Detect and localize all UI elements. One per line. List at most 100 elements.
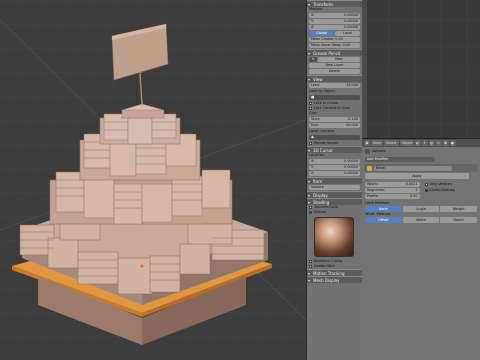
bevel-icon xyxy=(367,165,372,171)
width-offset-button[interactable]: Offset xyxy=(365,217,402,223)
render-icon[interactable]: ◐ xyxy=(414,140,421,146)
checkbox-checked-icon xyxy=(424,189,428,192)
checkbox-icon xyxy=(309,107,312,110)
material-icon[interactable]: ● xyxy=(449,140,456,146)
median-z-field[interactable]: Z: 0.00000 xyxy=(309,25,360,30)
3d-viewport[interactable] xyxy=(0,0,306,360)
view-panel-header[interactable]: View xyxy=(307,75,362,83)
checkbox-icon xyxy=(309,142,312,145)
median-x-value: 0.00000 xyxy=(343,13,358,17)
object-icon[interactable]: ▫ xyxy=(435,140,442,146)
properties-panel[interactable]: Transform Median: X:0.00000 Y:0.00000 Z:… xyxy=(306,0,362,360)
pencil-icon[interactable]: ✎ xyxy=(309,57,317,62)
object-name: Voltaire xyxy=(372,149,386,153)
location-x-field[interactable]: X: 0.00000 xyxy=(309,159,360,164)
wrench-icon[interactable]: ✱ xyxy=(442,140,449,146)
mean-crease-field[interactable]: Mean Crease: 0.00 xyxy=(309,37,360,42)
transform-panel-header[interactable]: Transform xyxy=(307,0,362,8)
only-vertices-checkbox[interactable]: Only Vertices xyxy=(423,182,478,187)
lock-to-object-label: Lock to Object: xyxy=(309,89,337,93)
object-breadcrumb: Voltaire xyxy=(362,147,480,155)
select-menu[interactable]: Select xyxy=(384,140,399,146)
apply-row: Apply xyxy=(362,172,480,180)
clamp-overlap-checkbox[interactable]: Clamp Overlap xyxy=(423,188,478,193)
shading-panel-header[interactable]: Shading xyxy=(307,198,362,206)
limit-angle-button[interactable]: Angle xyxy=(402,206,440,212)
modifier-name-field[interactable]: Bevel xyxy=(374,165,452,171)
clip-start-field[interactable]: Start: 0.100 xyxy=(309,117,360,122)
new-grease-button[interactable]: New xyxy=(318,57,360,62)
modifier-name-value: Bevel xyxy=(376,165,386,170)
median-x-axis: X: xyxy=(311,13,315,17)
grease-pencil-panel-header[interactable]: Grease Pencil xyxy=(307,49,362,57)
width-label: Width: xyxy=(367,182,378,186)
profile-value: 0.50 xyxy=(409,194,418,198)
location-z-axis: Z: xyxy=(311,171,315,175)
editor-type-icon[interactable]: ▣ xyxy=(364,140,370,146)
median-y-field[interactable]: Y: 0.00000 xyxy=(309,19,360,24)
mesh-icon xyxy=(365,148,370,154)
lens-field[interactable]: Lens: 35.000 xyxy=(309,83,360,88)
local-button[interactable]: Local xyxy=(335,31,360,36)
matcap-preview[interactable] xyxy=(314,217,354,257)
segments-field[interactable]: Segments: 1 xyxy=(365,188,420,193)
segments-value: 1 xyxy=(415,188,418,192)
checkbox-icon xyxy=(309,102,312,105)
secondary-editor[interactable] xyxy=(362,0,480,138)
apply-button[interactable]: Apply xyxy=(365,173,469,179)
scene-render xyxy=(0,0,306,360)
mean-bevel-weight-field[interactable]: Mean Bevel Weig: 0.00 xyxy=(309,43,360,48)
median-z-axis: Z: xyxy=(311,25,315,29)
width-width-button[interactable]: Width xyxy=(402,217,440,223)
location-x-value: 0.00000 xyxy=(343,159,358,163)
motion-tracking-panel-header[interactable]: Motion Tracking xyxy=(307,269,362,277)
delete-button[interactable]: Delete xyxy=(309,69,360,74)
matcap-checkbox[interactable]: Matcap xyxy=(307,210,362,215)
lock-camera-label: Lock Camera to View xyxy=(314,106,350,110)
mesh-display-panel-header[interactable]: Mesh Display xyxy=(307,276,362,284)
clip-start-value: 0.100 xyxy=(348,117,358,121)
median-x-field[interactable]: X: 0.00000 xyxy=(309,13,360,18)
clip-label: Clip: xyxy=(309,111,317,115)
matcap-label: Matcap xyxy=(314,210,327,214)
view-menu[interactable]: View xyxy=(371,140,384,146)
location-z-field[interactable]: Z: 0.00000 xyxy=(309,171,360,176)
width-value: 0.0011 xyxy=(405,182,418,186)
local-camera-field[interactable]: ◉ xyxy=(309,135,360,140)
world-icon[interactable]: ◍ xyxy=(428,140,435,146)
segments-label: Segments: xyxy=(367,188,386,192)
location-y-axis: Y: xyxy=(311,165,314,169)
limit-weight-button[interactable]: Weight xyxy=(440,206,478,212)
median-z-value: 0.00000 xyxy=(343,25,358,29)
only-vertices-label: Only Vertices xyxy=(429,182,452,186)
item-name-value: Voltaire xyxy=(311,185,324,189)
clip-end-field[interactable]: End: 50.000 xyxy=(309,123,360,128)
display-panel-header[interactable]: Display xyxy=(307,191,362,199)
clip-end-value: 50.000 xyxy=(346,123,358,127)
3d-cursor-panel-header[interactable]: 3D Cursor xyxy=(307,146,362,154)
profile-field[interactable]: Profile: 0.50 xyxy=(365,194,420,199)
add-modifier-dropdown[interactable]: Add Modifier xyxy=(365,157,435,162)
add-modifier-row: Add Modifier xyxy=(362,155,480,164)
checkbox-icon xyxy=(309,206,312,209)
clip-end-label: End: xyxy=(311,123,319,127)
lock-object-field[interactable]: ■ xyxy=(309,95,360,100)
location-y-field[interactable]: Y: 0.00000 xyxy=(309,165,360,170)
new-layer-button[interactable]: New Layer xyxy=(309,63,360,68)
lens-label: Lens: xyxy=(311,83,320,87)
cube-icon: ■ xyxy=(311,95,315,99)
scene-icon[interactable]: ✦ xyxy=(421,140,428,146)
clip-start-label: Start: xyxy=(311,117,321,121)
location-x-axis: X: xyxy=(311,159,315,163)
editor-header[interactable]: ▣ View Select Object Mode ◐ ✦ ◍ ▫ ✱ ● xyxy=(362,138,480,151)
item-panel-header[interactable]: Item xyxy=(307,177,362,185)
item-name-field[interactable]: Voltaire xyxy=(309,185,360,190)
width-depth-button[interactable]: Depth xyxy=(440,217,478,223)
profile-label: Profile: xyxy=(367,194,379,198)
bevel-modifier-header[interactable]: Bevel xyxy=(364,164,478,172)
mode-dropdown[interactable]: Object Mode xyxy=(399,140,414,151)
modifier-properties[interactable]: Voltaire Add Modifier Bevel Apply Width:… xyxy=(362,147,480,360)
width-field[interactable]: Width: 0.0011 xyxy=(365,182,420,187)
global-button[interactable]: Global xyxy=(309,31,334,36)
checkbox-icon xyxy=(309,260,312,263)
